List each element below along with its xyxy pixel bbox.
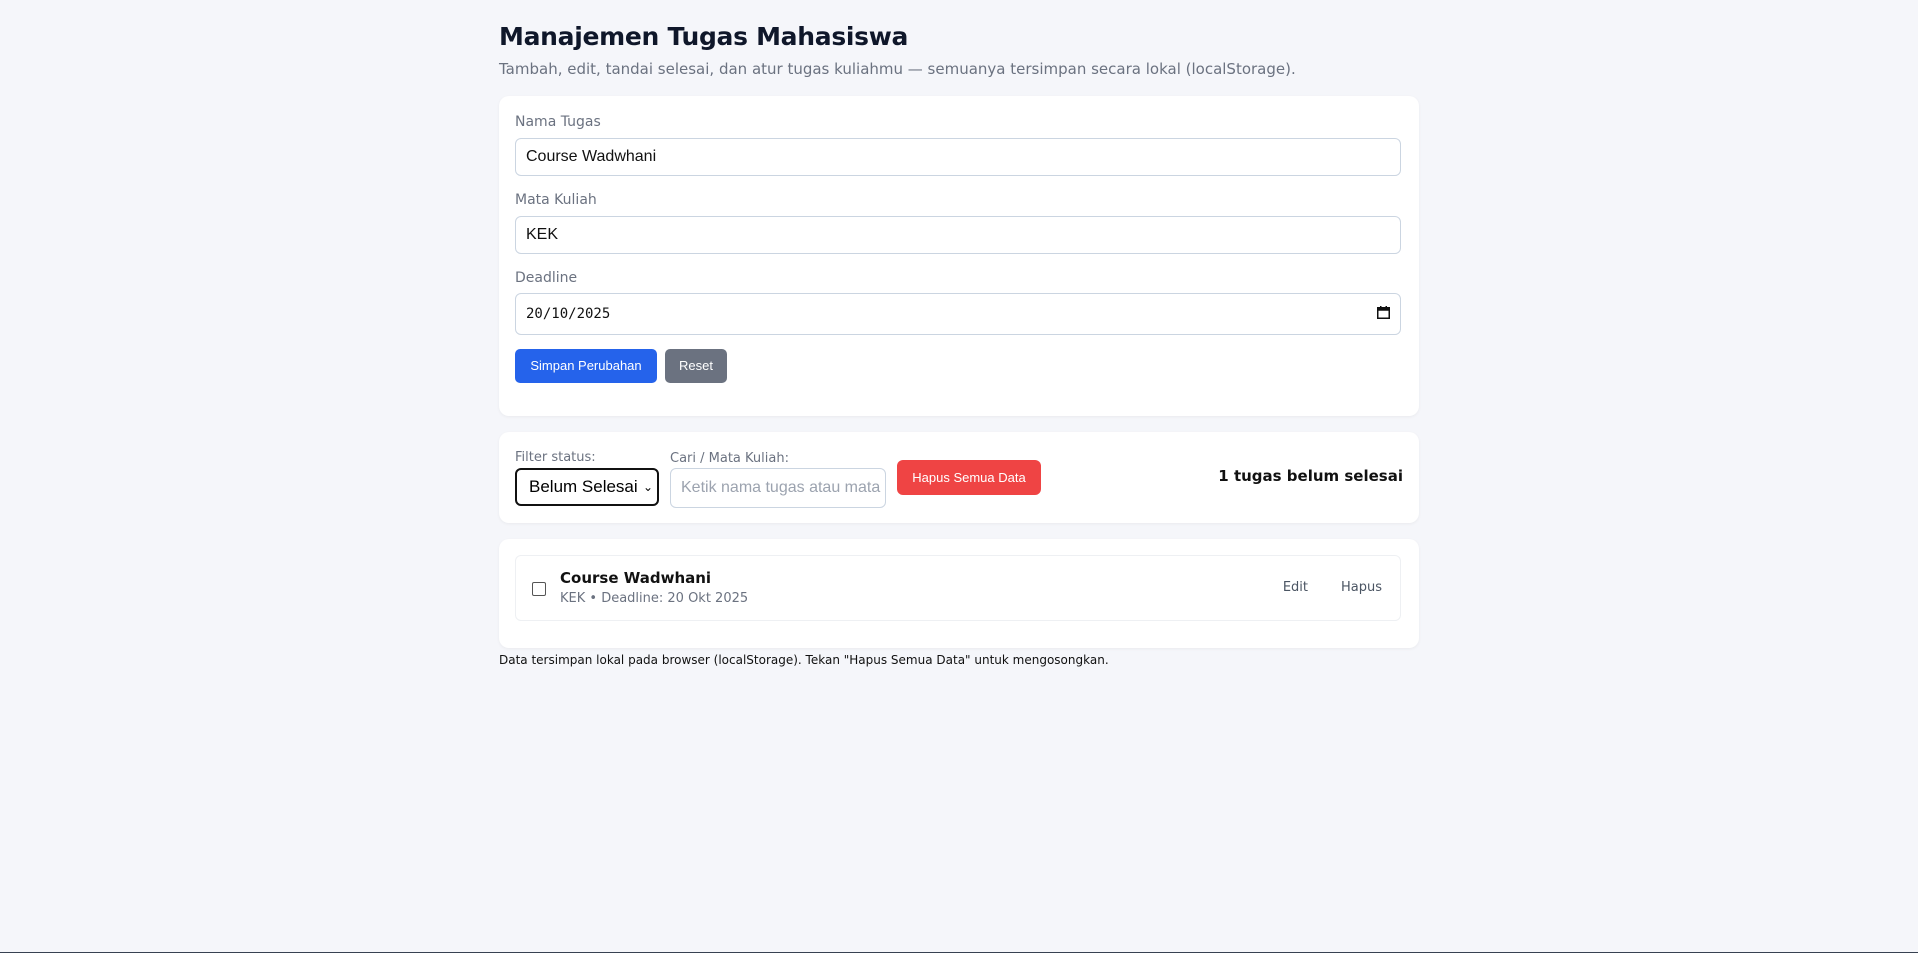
course-input[interactable]: KEK	[515, 216, 1401, 254]
task-name-input[interactable]: Course Wadwhani	[515, 138, 1401, 176]
deadline-label: Deadline	[515, 270, 578, 286]
search-input[interactable]: Ketik nama tugas atau mata kuliah	[670, 468, 886, 508]
task-form: Nama Tugas Course Wadwhani Mata Kuliah K…	[499, 96, 1419, 416]
status-filter-label: Filter status:	[515, 450, 596, 465]
edit-task-button[interactable]: Edit	[1283, 580, 1308, 595]
course-label: Mata Kuliah	[515, 192, 597, 208]
clear-all-button[interactable]: Hapus Semua Data	[897, 460, 1041, 495]
status-filter-value: Belum Selesai	[529, 477, 638, 496]
task-meta: KEK • Deadline: 20 Okt 2025	[560, 591, 749, 606]
deadline-input[interactable]: 20/10/2025	[515, 293, 1401, 335]
task-done-checkbox[interactable]	[532, 582, 546, 596]
pending-count: 1 tugas belum selesai	[1218, 467, 1403, 485]
task-name-label: Nama Tugas	[515, 114, 601, 130]
delete-task-button[interactable]: Hapus	[1341, 580, 1382, 595]
filter-bar: Filter status: Belum Selesai ⌄ Cari / Ma…	[499, 432, 1419, 523]
chevron-down-icon: ⌄	[642, 480, 653, 494]
status-filter-select[interactable]: Belum Selesai ⌄	[515, 468, 659, 506]
task-list: Course Wadwhani KEK • Deadline: 20 Okt 2…	[499, 539, 1419, 648]
deadline-value: 20/10/2025	[526, 306, 611, 322]
search-label: Cari / Mata Kuliah:	[670, 451, 789, 466]
footer-note: Data tersimpan lokal pada browser (local…	[499, 653, 1109, 667]
calendar-icon[interactable]	[1377, 306, 1390, 319]
reset-button[interactable]: Reset	[665, 349, 727, 383]
save-button[interactable]: Simpan Perubahan	[515, 349, 657, 383]
page-subtitle: Tambah, edit, tandai selesai, dan atur t…	[499, 60, 1296, 78]
task-title: Course Wadwhani	[560, 569, 712, 587]
list-item: Course Wadwhani KEK • Deadline: 20 Okt 2…	[515, 555, 1401, 621]
page-title: Manajemen Tugas Mahasiswa	[499, 22, 909, 51]
